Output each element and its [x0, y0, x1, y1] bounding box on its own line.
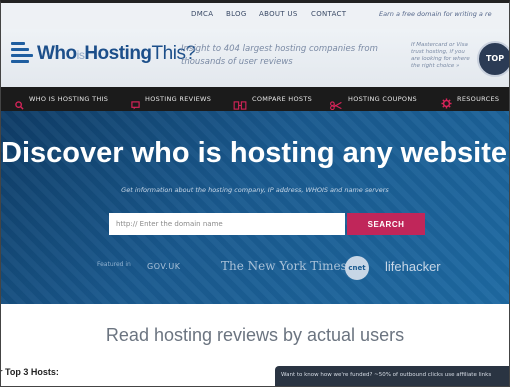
nav-hosting-coupons[interactable]: HOSTING COUPONS — [329, 87, 417, 111]
logo-hosting: Hosting — [84, 43, 152, 64]
nav-label: RESOURCES — [457, 95, 500, 103]
nav-label: HOSTING COUPONS — [348, 95, 417, 103]
affiliate-notice-text: Want to know how we're funded? ~50% of o… — [281, 372, 492, 378]
press-logo-lifehacker: lifehacker — [385, 259, 441, 274]
blog-link[interactable]: BLOG — [226, 10, 247, 18]
page-frame: DMCA BLOG ABOUT US CONTACT Earn a free d… — [0, 0, 510, 387]
top-hosts-badge: TOP — [477, 41, 509, 77]
dmca-link[interactable]: DMCA — [191, 10, 213, 18]
site-logo[interactable]: WhoisHostingThis? — [37, 43, 196, 65]
compare-icon — [233, 95, 247, 110]
header-tagline: Insight to 404 largest hosting companies… — [181, 44, 378, 67]
press-logo-nytimes: The New York Times — [221, 259, 347, 273]
site-header: WhoisHostingThis? Insight to 404 largest… — [1, 29, 509, 87]
press-logo-gov-uk: GOV.UK — [147, 262, 181, 271]
gear-icon — [441, 94, 452, 109]
chat-icon — [131, 95, 140, 110]
top-hosts-heading: r Top 3 Hosts: — [0, 367, 59, 377]
logo-who: Who — [37, 43, 77, 64]
affiliate-notice-bar[interactable]: Want to know how we're funded? ~50% of o… — [275, 366, 509, 386]
nav-compare-hosts[interactable]: COMPARE HOSTS — [233, 87, 312, 111]
contact-link[interactable]: CONTACT — [311, 10, 346, 18]
nav-label: WHO IS HOSTING THIS — [29, 95, 109, 103]
logo-stripes-icon[interactable] — [11, 42, 33, 68]
main-nav: WHO IS HOSTING THIS HOSTING REVIEWS COMP… — [1, 87, 509, 111]
search-icon — [15, 95, 24, 110]
coupon-icon — [329, 95, 343, 110]
nav-who-is-hosting-this[interactable]: WHO IS HOSTING THIS — [15, 87, 108, 111]
nav-label: COMPARE HOSTS — [252, 95, 313, 103]
free-domain-promo-link[interactable]: Earn a free domain for writing a re — [379, 10, 492, 18]
reviews-section-title: Read hosting reviews by actual users — [105, 325, 405, 345]
search-button[interactable]: SEARCH — [347, 213, 425, 235]
nav-hosting-reviews[interactable]: HOSTING REVIEWS — [131, 87, 211, 111]
domain-search-input[interactable] — [109, 213, 345, 235]
about-us-link[interactable]: ABOUT US — [259, 10, 298, 18]
hero-subtitle: Get information about the hosting compan… — [121, 186, 389, 194]
top-links-bar: DMCA BLOG ABOUT US CONTACT Earn a free d… — [1, 3, 509, 29]
hero-title: Discover who is hosting any website — [1, 137, 508, 169]
featured-in-label: Featured in — [97, 261, 131, 268]
nav-resources[interactable]: RESOURCES — [441, 87, 499, 111]
press-logo-cnet: cnet — [345, 256, 369, 280]
header-sidenote[interactable]: If Mastercard or Visa trust hosting, if … — [411, 42, 471, 70]
nav-label: HOSTING REVIEWS — [145, 95, 212, 103]
hero-section: Discover who is hosting any website Get … — [1, 111, 509, 304]
domain-search-form: SEARCH — [109, 213, 425, 235]
